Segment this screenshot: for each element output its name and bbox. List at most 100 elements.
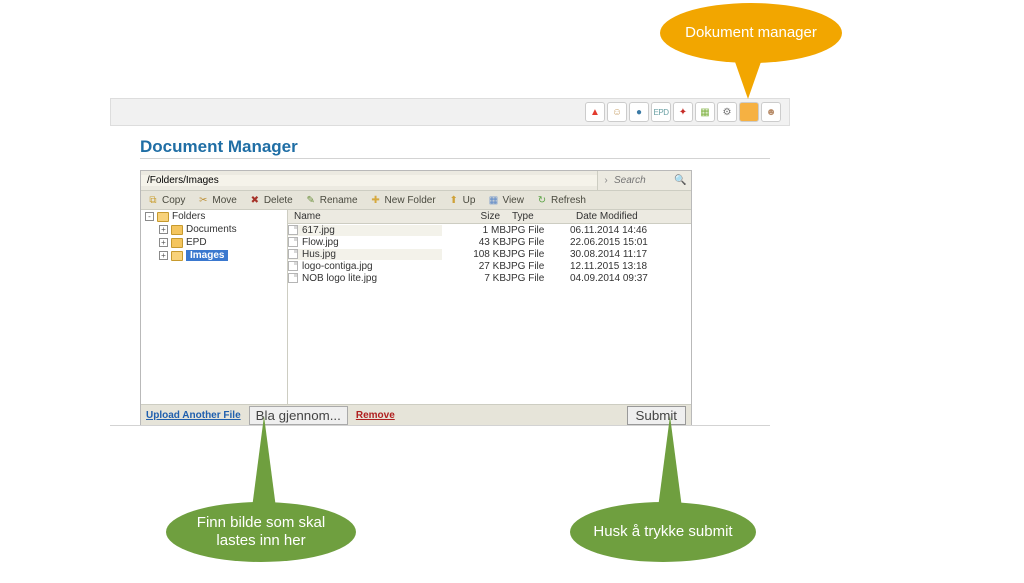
folder-icon[interactable] — [739, 102, 759, 122]
tree-node-label: Documents — [186, 224, 237, 235]
up-button[interactable]: ⬆Up — [442, 194, 482, 206]
file-size: 43 KB — [442, 237, 506, 248]
file-type: JPG File — [506, 225, 570, 236]
tree-node-epd[interactable]: + EPD — [141, 236, 287, 249]
copy-button[interactable]: ⧉Copy — [141, 194, 191, 206]
col-name[interactable]: Name — [288, 211, 442, 222]
list-header: Name Size Type Date Modified — [288, 210, 691, 224]
list-row[interactable]: NOB logo lite.jpg7 KBJPG File04.09.2014 … — [288, 272, 691, 284]
up-icon: ⬆ — [448, 194, 460, 206]
view-icon: ▦ — [487, 194, 499, 206]
globe-icon[interactable]: ● — [629, 102, 649, 122]
document-manager-app: /Folders/Images › 🔍 ⧉Copy ✂Move ✖Delete … — [140, 170, 692, 426]
folder-icon — [157, 212, 169, 222]
calendar-icon[interactable]: ▦ — [695, 102, 715, 122]
collapse-icon[interactable]: - — [145, 212, 154, 221]
file-size: 108 KB — [442, 249, 506, 260]
callout-press-submit: Husk å trykke submit — [570, 502, 756, 562]
path-row: /Folders/Images › 🔍 — [141, 171, 691, 191]
list-row[interactable]: 617.jpg 1 MBJPG File06.11.2014 14:46 — [288, 224, 691, 236]
copy-icon: ⧉ — [147, 194, 159, 206]
refresh-button[interactable]: ↻Refresh — [530, 194, 592, 206]
tree-node-documents[interactable]: + Documents — [141, 223, 287, 236]
new-folder-icon: ✚ — [370, 194, 382, 206]
file-icon — [288, 261, 298, 271]
rename-button[interactable]: ✎Rename — [299, 194, 364, 206]
file-type: JPG File — [506, 237, 570, 248]
delete-icon: ✖ — [249, 194, 261, 206]
file-icon — [288, 225, 298, 235]
expand-icon[interactable]: + — [159, 225, 168, 234]
rename-label: Rename — [320, 195, 358, 206]
move-button[interactable]: ✂Move — [191, 194, 242, 206]
tree-node-label: EPD — [186, 237, 207, 248]
file-date: 22.06.2015 15:01 — [570, 237, 691, 248]
gear-icon[interactable]: ⚙ — [717, 102, 737, 122]
refresh-icon: ↻ — [536, 194, 548, 206]
new-folder-button[interactable]: ✚New Folder — [364, 194, 442, 206]
move-label: Move — [212, 195, 236, 206]
new-folder-label: New Folder — [385, 195, 436, 206]
move-icon: ✂ — [197, 194, 209, 206]
file-size: 7 KB — [442, 273, 506, 284]
copy-label: Copy — [162, 195, 185, 206]
tree-root-label: Folders — [172, 211, 205, 222]
callout-tail-icon — [252, 416, 276, 508]
path-display: /Folders/Images — [141, 175, 597, 186]
callout-tail-icon — [658, 416, 682, 508]
star-icon[interactable]: ✦ — [673, 102, 693, 122]
col-date[interactable]: Date Modified — [570, 211, 691, 222]
file-date: 12.11.2015 13:18 — [570, 261, 691, 272]
remove-link[interactable]: Remove — [356, 410, 395, 421]
file-type: JPG File — [506, 249, 570, 260]
refresh-label: Refresh — [551, 195, 586, 206]
file-date: 06.11.2014 14:46 — [570, 225, 691, 236]
epd-icon[interactable]: EPD — [651, 102, 671, 122]
folder-icon — [171, 225, 183, 235]
tree-node-label: Images — [186, 250, 228, 261]
tree-node-images[interactable]: + Images — [141, 249, 287, 262]
file-date: 30.08.2014 11:17 — [570, 249, 691, 260]
file-size: 1 MB — [442, 225, 506, 236]
callout-tail-icon — [734, 59, 762, 99]
col-size[interactable]: Size — [442, 211, 506, 222]
file-icon — [288, 237, 298, 247]
list-row[interactable]: Hus.jpg108 KBJPG File30.08.2014 11:17 — [288, 248, 691, 260]
expand-icon[interactable]: + — [159, 251, 168, 260]
home-icon[interactable]: ▲ — [585, 102, 605, 122]
folder-tree: - Folders + Documents + EPD + Images — [141, 210, 288, 404]
file-icon — [288, 273, 298, 283]
file-size: 27 KB — [442, 261, 506, 272]
upload-another-link[interactable]: Upload Another File — [146, 410, 241, 421]
file-list: Name Size Type Date Modified 617.jpg 1 MB… — [288, 210, 691, 404]
search-chevron-icon: › — [598, 175, 614, 186]
file-date: 04.09.2014 09:37 — [570, 273, 691, 284]
expand-icon[interactable]: + — [159, 238, 168, 247]
user-icon[interactable]: ☺ — [607, 102, 627, 122]
list-row[interactable]: logo-contiga.jpg 27 KBJPG File12.11.2015 … — [288, 260, 691, 272]
view-label: View — [502, 195, 524, 206]
col-type[interactable]: Type — [506, 211, 570, 222]
avatar-icon[interactable]: ☻ — [761, 102, 781, 122]
divider — [140, 158, 770, 159]
search-icon[interactable]: 🔍 — [674, 175, 690, 186]
app-body: - Folders + Documents + EPD + Images Name Si… — [141, 210, 691, 404]
file-name: 617.jpg — [302, 225, 335, 236]
callout-find-image: Finn bilde som skal lastes inn her — [166, 502, 356, 562]
top-icon-bar: ▲ ☺ ● EPD ✦ ▦ ⚙ ☻ — [110, 98, 790, 126]
list-row[interactable]: Flow.jpg43 KBJPG File22.06.2015 15:01 — [288, 236, 691, 248]
file-name: logo-contiga.jpg — [302, 261, 373, 272]
folder-icon — [171, 238, 183, 248]
footer: Upload Another File Bla gjennom... Remov… — [141, 404, 691, 425]
search-wrap: › 🔍 — [597, 171, 691, 190]
folder-icon — [171, 251, 183, 261]
file-name: NOB logo lite.jpg — [302, 273, 377, 284]
up-label: Up — [463, 195, 476, 206]
delete-button[interactable]: ✖Delete — [243, 194, 299, 206]
callout-text: Finn bilde som skal lastes inn her — [166, 502, 356, 562]
search-input[interactable] — [614, 175, 674, 186]
tree-root[interactable]: - Folders — [141, 210, 287, 223]
callout-text: Husk å trykke submit — [570, 502, 756, 562]
file-type: JPG File — [506, 261, 570, 272]
view-button[interactable]: ▦View — [481, 194, 530, 206]
